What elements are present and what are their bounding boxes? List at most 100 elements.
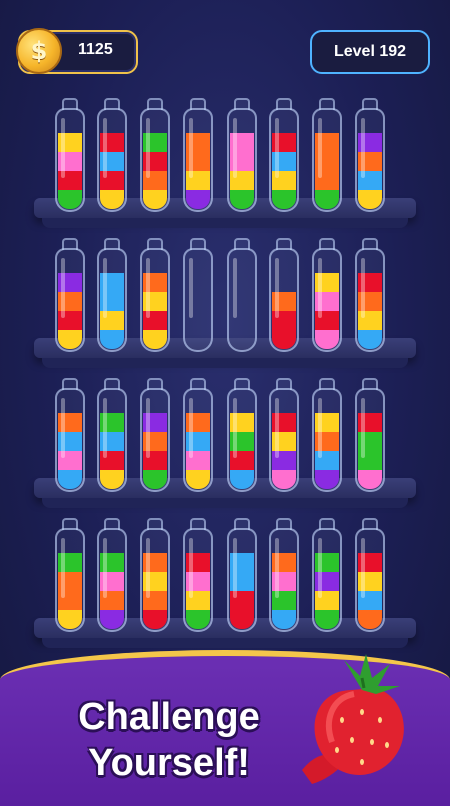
bottle[interactable] [227, 518, 257, 638]
bottle-body [183, 248, 213, 352]
bottle[interactable] [269, 238, 299, 358]
bottle-shine [189, 398, 193, 458]
bottle-body [355, 108, 385, 212]
bottle[interactable] [55, 378, 85, 498]
bottle-shine [61, 538, 65, 598]
bottle-shine [146, 398, 150, 458]
liquid-layer [358, 470, 382, 489]
liquid-layer [272, 470, 296, 489]
bottle[interactable] [355, 98, 385, 218]
bottle[interactable] [55, 238, 85, 358]
bottle[interactable] [227, 98, 257, 218]
bottle-shine [275, 398, 279, 458]
coin-counter[interactable]: $ 1125 [16, 28, 138, 74]
bottle-shine [146, 118, 150, 178]
bottle[interactable] [97, 98, 127, 218]
bottle-body [183, 108, 213, 212]
bottle[interactable] [97, 238, 127, 358]
liquid-layer [100, 190, 124, 209]
bottle-body [312, 108, 342, 212]
coin-icon: $ [16, 28, 62, 74]
bottle-body [97, 248, 127, 352]
liquid-layer [143, 330, 167, 349]
bottle-shine [318, 258, 322, 318]
bottle-shine [275, 258, 279, 318]
level-label: Level 192 [333, 43, 407, 60]
bottle-shine [275, 538, 279, 598]
coin-count: 1125 [78, 41, 113, 58]
bottle-body [140, 108, 170, 212]
bottle[interactable] [227, 238, 257, 358]
liquid-layer [272, 610, 296, 629]
liquid-layer [272, 190, 296, 209]
bottle-shine [103, 118, 107, 178]
bottle[interactable] [312, 518, 342, 638]
liquid-layer [272, 330, 296, 349]
liquid-layer [143, 190, 167, 209]
shelf-row [0, 378, 450, 508]
bottle-shine [103, 398, 107, 458]
bottle-body [227, 388, 257, 492]
bottle-shine [233, 258, 237, 318]
bottle[interactable] [55, 98, 85, 218]
tagline-line-1: Challenge [78, 696, 260, 738]
bottle-shine [189, 258, 193, 318]
liquid-layer [58, 190, 82, 209]
bottle-shine [146, 258, 150, 318]
bottle-body [55, 388, 85, 492]
bottle-shine [61, 258, 65, 318]
bottle-body [97, 528, 127, 632]
liquid-layer [315, 190, 339, 209]
bottle-body [183, 528, 213, 632]
bottle[interactable] [97, 378, 127, 498]
bottle-body [269, 388, 299, 492]
bottle-body [97, 108, 127, 212]
bottle[interactable] [140, 518, 170, 638]
bottle-shine [189, 538, 193, 598]
bottle[interactable] [355, 238, 385, 358]
bottle-body [55, 528, 85, 632]
bottle[interactable] [140, 238, 170, 358]
bottle[interactable] [55, 518, 85, 638]
liquid-layer [186, 470, 210, 489]
bottle-body [355, 248, 385, 352]
bottle-body [140, 388, 170, 492]
bottle-body [55, 108, 85, 212]
bottle-shine [318, 118, 322, 178]
bottle[interactable] [355, 378, 385, 498]
liquid-layer [315, 330, 339, 349]
bottle[interactable] [97, 518, 127, 638]
bottle[interactable] [140, 98, 170, 218]
bottle[interactable] [269, 518, 299, 638]
bottle[interactable] [269, 378, 299, 498]
bottle-body [97, 388, 127, 492]
bottle-body [55, 248, 85, 352]
bottle[interactable] [355, 518, 385, 638]
bottle[interactable] [312, 238, 342, 358]
liquid-layer [315, 470, 339, 489]
bottle-shine [361, 258, 365, 318]
bottle[interactable] [183, 378, 213, 498]
bottle[interactable] [183, 98, 213, 218]
bottle[interactable] [312, 98, 342, 218]
liquid-layer [143, 470, 167, 489]
bottle-body [227, 108, 257, 212]
liquid-layer [186, 190, 210, 209]
bottle-shine [233, 398, 237, 458]
liquid-layer [58, 610, 82, 629]
bottle[interactable] [183, 518, 213, 638]
bottle[interactable] [227, 378, 257, 498]
liquid-layer [100, 610, 124, 629]
liquid-layer [358, 610, 382, 629]
bottle[interactable] [183, 238, 213, 358]
bottle[interactable] [140, 378, 170, 498]
bottle-body [140, 248, 170, 352]
bottle-body [312, 248, 342, 352]
bottle-shine [318, 538, 322, 598]
bottle-body [312, 528, 342, 632]
bottle[interactable] [269, 98, 299, 218]
shelf-row [0, 98, 450, 228]
bottle-shine [275, 118, 279, 178]
liquid-layer [100, 470, 124, 489]
bottle[interactable] [312, 378, 342, 498]
